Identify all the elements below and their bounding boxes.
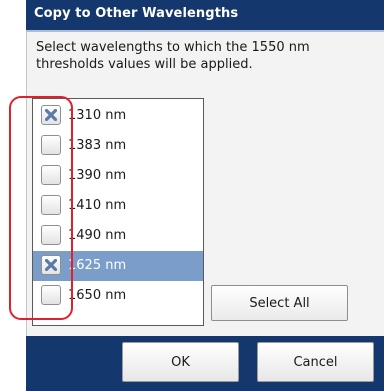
copy-wavelengths-dialog: Copy to Other Wavelengths Select wavelen…	[0, 0, 384, 391]
wavelength-checkbox-1650[interactable]	[41, 285, 61, 305]
dialog-title: Copy to Other Wavelengths	[34, 6, 239, 21]
wavelength-checkbox-1410[interactable]	[41, 195, 61, 215]
dialog-footer: OK Cancel	[26, 336, 384, 391]
wavelength-label: 1625 nm	[68, 258, 127, 273]
ok-button[interactable]: OK	[122, 342, 239, 382]
wavelength-checkbox-1625[interactable]	[41, 255, 61, 275]
wavelength-label: 1410 nm	[68, 198, 127, 213]
wavelength-checkbox-1390[interactable]	[41, 165, 61, 185]
wavelength-item-1383[interactable]: 1383 nm	[33, 131, 203, 161]
cancel-button[interactable]: Cancel	[257, 342, 374, 382]
wavelength-item-1310[interactable]: 1310 nm	[33, 101, 203, 131]
select-all-button[interactable]: Select All	[211, 285, 348, 321]
wavelength-list[interactable]: 1310 nm 1383 nm 1390 nm 1410 nm 1490 nm …	[32, 98, 204, 326]
wavelength-item-1650[interactable]: 1650 nm	[33, 281, 203, 311]
wavelength-item-1625[interactable]: 1625 nm	[33, 251, 203, 281]
dialog-content: Select wavelengths to which the 1550 nm …	[26, 32, 384, 336]
wavelength-checkbox-1383[interactable]	[41, 135, 61, 155]
dialog-description: Select wavelengths to which the 1550 nm …	[36, 40, 310, 72]
wavelength-checkbox-1490[interactable]	[41, 225, 61, 245]
check-mark-icon	[45, 109, 57, 121]
wavelength-label: 1490 nm	[68, 228, 127, 243]
wavelength-item-1390[interactable]: 1390 nm	[33, 161, 203, 191]
check-mark-icon	[45, 259, 57, 271]
wavelength-label: 1650 nm	[68, 288, 127, 303]
wavelength-item-1410[interactable]: 1410 nm	[33, 191, 203, 221]
wavelength-label: 1383 nm	[68, 138, 127, 153]
dialog-titlebar: Copy to Other Wavelengths	[26, 0, 384, 32]
wavelength-label: 1390 nm	[68, 168, 127, 183]
wavelength-checkbox-1310[interactable]	[41, 105, 61, 125]
wavelength-label: 1310 nm	[68, 108, 127, 123]
wavelength-item-1490[interactable]: 1490 nm	[33, 221, 203, 251]
